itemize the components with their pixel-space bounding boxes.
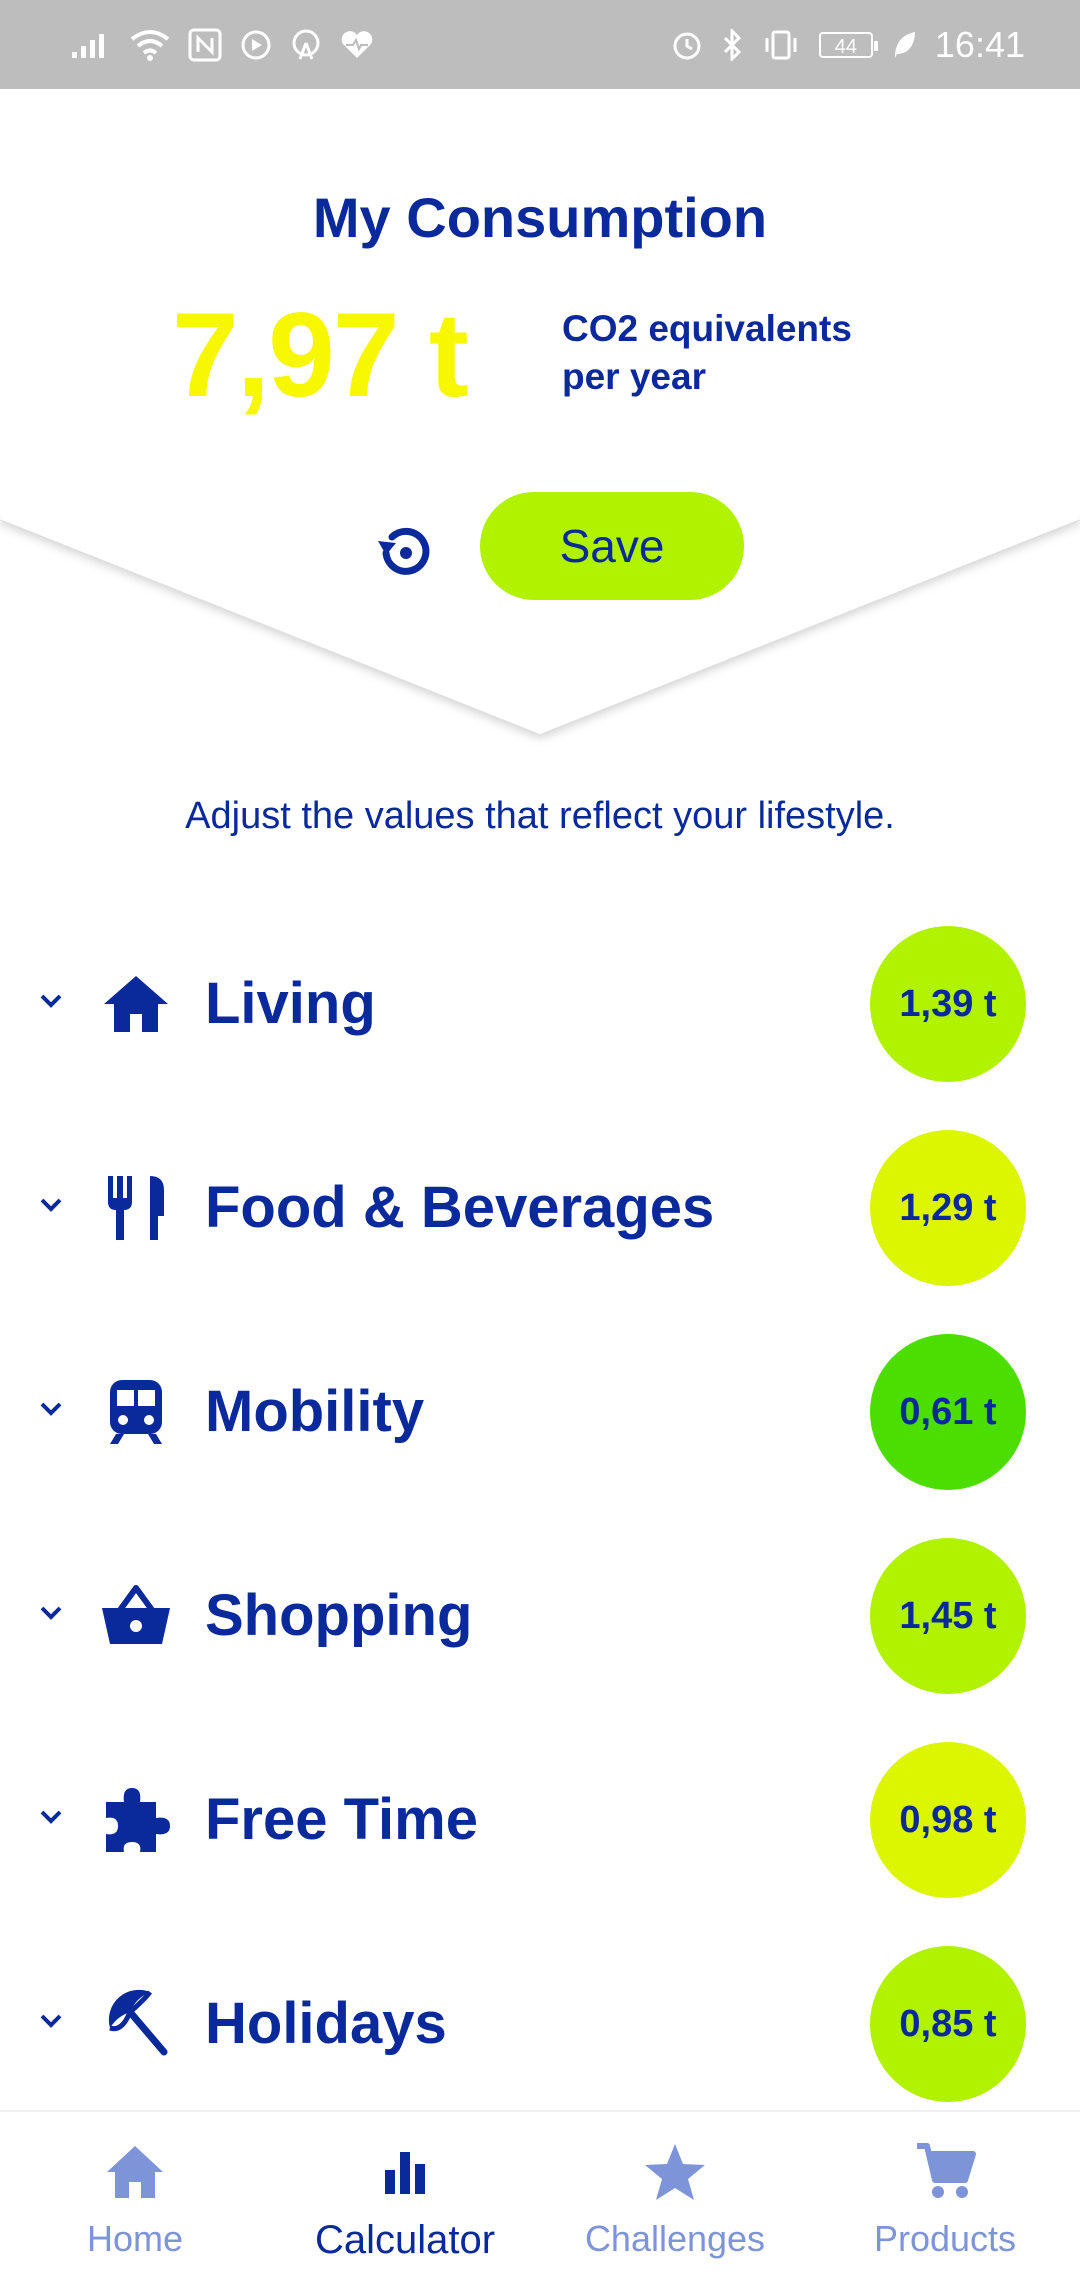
wifi-icon [130,29,170,61]
bar-chart-icon [385,2152,425,2194]
unit-line-1: CO2 equivalents [562,308,852,349]
category-value-badge: 0,98 t [870,1742,1026,1898]
battery-icon: 44 [818,31,878,58]
beach-umbrella-icon [108,1989,168,2056]
category-label: Free Time [205,1787,478,1852]
nav-home[interactable]: Home [0,2112,270,2282]
reset-button[interactable] [368,515,440,587]
status-time: 16:41 [934,23,1025,65]
chevron-down-icon [40,994,62,1008]
category-value-badge: 1,29 t [870,1130,1026,1286]
cutlery-icon [108,1176,164,1240]
unit-line-2: per year [562,356,706,397]
category-value-badge: 1,45 t [870,1538,1026,1694]
category-label: Holidays [205,1991,447,2056]
nfc-icon [188,28,222,62]
page-title: My Consumption [312,186,768,249]
media-icon [240,29,272,61]
total-emissions: 7,97 t [172,288,469,422]
reset-icon [378,527,430,575]
category-list: Living 1,39 t Food & Beverages 1,29 t Mo… [0,914,1080,2138]
basket-icon [102,1585,170,1644]
chevron-down-icon [40,1606,62,1620]
nav-challenges[interactable]: Challenges [540,2112,810,2282]
bottom-navigation: Home Calculator Challenges Products [0,2110,1080,2282]
nav-label: Calculator [314,2218,496,2262]
bluetooth-icon [721,28,743,61]
health-icon [340,30,374,60]
category-value-badge: 1,39 t [870,926,1026,1082]
nav-label: Challenges [584,2218,766,2259]
category-value-badge: 0,61 t [870,1334,1026,1490]
category-mobility[interactable]: Mobility 0,61 t [0,1322,1080,1526]
category-value-badge: 0,85 t [870,1946,1026,2102]
consumption-header: My Consumption 7,97 t CO2 equivalents pe… [0,89,1080,749]
vibrate-icon [761,29,801,61]
status-bar: 44 16:41 [0,0,1080,89]
chevron-down-icon [40,2014,62,2028]
category-shopping[interactable]: Shopping 1,45 t [0,1526,1080,1730]
nav-label: Home [86,2218,184,2259]
category-label: Living [205,971,376,1036]
home-icon [107,2146,163,2198]
category-free-time[interactable]: Free Time 0,98 t [0,1730,1080,1934]
chevron-down-icon [40,1810,62,1824]
puzzle-icon [106,1788,170,1852]
nav-calculator[interactable]: Calculator [270,2112,540,2282]
leaf-icon [891,30,917,60]
category-label: Shopping [205,1583,473,1648]
save-button[interactable]: Save [480,492,744,600]
hotspot-icon [290,29,322,61]
instruction-text: Adjust the values that reflect your life… [185,795,895,837]
chevron-down-icon [40,1402,62,1416]
train-icon [110,1380,162,1444]
nav-label: Products [873,2218,1017,2259]
cart-icon [917,2143,976,2198]
status-left-icons [70,28,374,62]
status-right-icons: 44 16:41 [671,24,1025,66]
category-label: Food & Beverages [205,1175,715,1240]
category-living[interactable]: Living 1,39 t [0,914,1080,1118]
alarm-icon [671,29,703,61]
category-label: Mobility [205,1379,425,1444]
home-icon [104,976,168,1032]
emissions-unit-label: CO2 equivalents per year [562,305,852,401]
star-icon [645,2144,705,2200]
category-holidays[interactable]: Holidays 0,85 t [0,1934,1080,2138]
signal-icon [70,30,112,60]
nav-products[interactable]: Products [810,2112,1080,2282]
category-food-beverages[interactable]: Food & Beverages 1,29 t [0,1118,1080,1322]
chevron-down-icon [40,1198,62,1212]
